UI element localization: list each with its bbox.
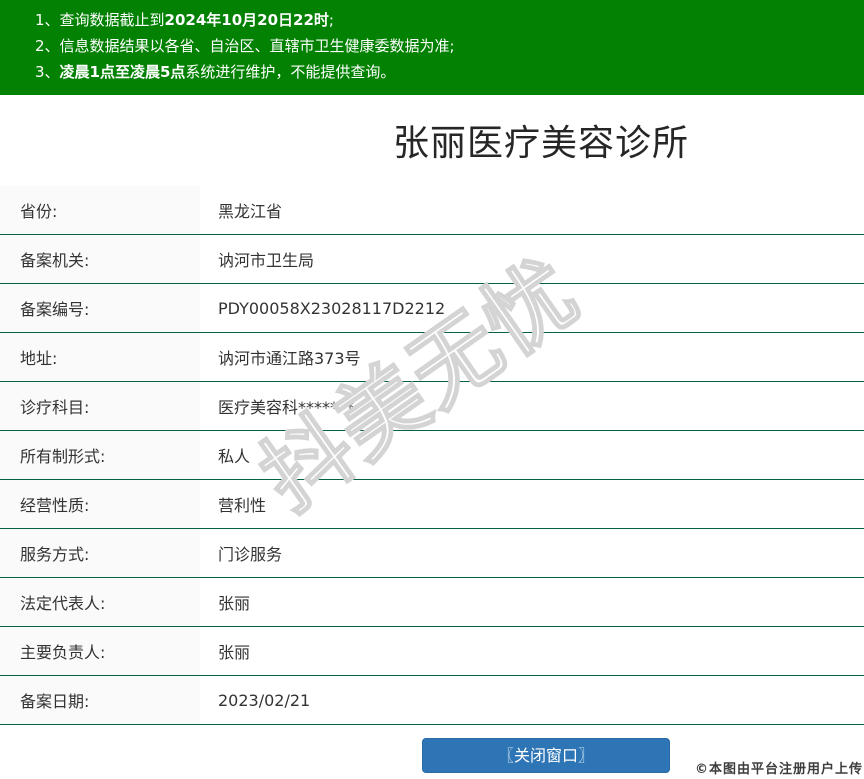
row-value: 讷河市通江路373号	[218, 349, 361, 368]
page-title: 张丽医疗美容诊所	[392, 123, 689, 164]
notice-line-2: 2、信息数据结果以各省、自治区、直辖市卫生健康委数据为准;	[35, 33, 854, 59]
table-row-main-responsible-person: 主要负责人: 张丽	[0, 627, 864, 676]
table-row-ownership-form: 所有制形式: 私人	[0, 431, 864, 480]
row-label: 备案编号:	[0, 284, 200, 332]
table-row-address: 地址: 讷河市通江路373号	[0, 333, 864, 382]
notice-line-1: 1、查询数据截止到2024年10月20日22时;	[35, 7, 854, 33]
notice-2-text: 2、信息数据结果以各省、自治区、直辖市卫生健康委数据为准;	[35, 37, 455, 55]
table-row-treatment-subjects: 诊疗科目: 医疗美容科*******	[0, 382, 864, 431]
upload-credit-watermark: ©本图由平台注册用户上传	[694, 762, 863, 777]
row-value: 门诊服务	[218, 545, 283, 564]
notice-3-text: 3、	[35, 63, 60, 81]
notice-3-suffix: 系统进行维护，不能提供查询。	[185, 63, 396, 81]
info-table: 省份: 黑龙江省 备案机关: 讷河市卫生局 备案编号: PDY00058X230…	[0, 186, 864, 725]
row-label: 备案日期:	[0, 676, 200, 724]
row-value: 讷河市卫生局	[218, 251, 315, 270]
title-area: 张丽医疗美容诊所	[218, 125, 864, 162]
row-label: 所有制形式:	[0, 431, 200, 479]
row-value: PDY00058X23028117D2212	[218, 298, 446, 318]
row-value: 私人	[218, 447, 251, 466]
row-label: 主要负责人:	[0, 627, 200, 675]
notice-1-text: 1、查询数据截止到	[35, 11, 165, 29]
row-value: 营利性	[218, 496, 267, 515]
row-label: 地址:	[0, 333, 200, 381]
row-value: 张丽	[218, 594, 251, 613]
row-value: 黑龙江省	[218, 202, 283, 221]
row-label: 法定代表人:	[0, 578, 200, 626]
table-row-business-nature: 经营性质: 营利性	[0, 480, 864, 529]
notice-line-3: 3、凌晨1点至凌晨5点系统进行维护，不能提供查询。	[35, 59, 854, 85]
row-value: 2023/02/21	[218, 690, 311, 710]
notice-banner: 1、查询数据截止到2024年10月20日22时; 2、信息数据结果以各省、自治区…	[0, 0, 864, 95]
row-value: 医疗美容科*******	[218, 398, 355, 417]
row-label: 服务方式:	[0, 529, 200, 577]
table-row-legal-representative: 法定代表人: 张丽	[0, 578, 864, 627]
table-row-province: 省份: 黑龙江省	[0, 186, 864, 235]
row-label: 备案机关:	[0, 235, 200, 283]
table-row-filing-authority: 备案机关: 讷河市卫生局	[0, 235, 864, 284]
notice-1-suffix: ;	[328, 11, 334, 29]
row-label: 诊疗科目:	[0, 382, 200, 430]
notice-1-bold: 2024年10月20日22时	[164, 11, 329, 29]
table-row-filing-number: 备案编号: PDY00058X23028117D2212	[0, 284, 864, 333]
row-label: 经营性质:	[0, 480, 200, 528]
table-row-filing-date: 备案日期: 2023/02/21	[0, 676, 864, 725]
close-window-button[interactable]: 〖关闭窗口〗	[422, 738, 670, 773]
row-label: 省份:	[0, 186, 200, 234]
notice-3-bold: 凌晨1点至凌晨5点	[59, 63, 186, 81]
row-value: 张丽	[218, 643, 251, 662]
table-row-service-mode: 服务方式: 门诊服务	[0, 529, 864, 578]
